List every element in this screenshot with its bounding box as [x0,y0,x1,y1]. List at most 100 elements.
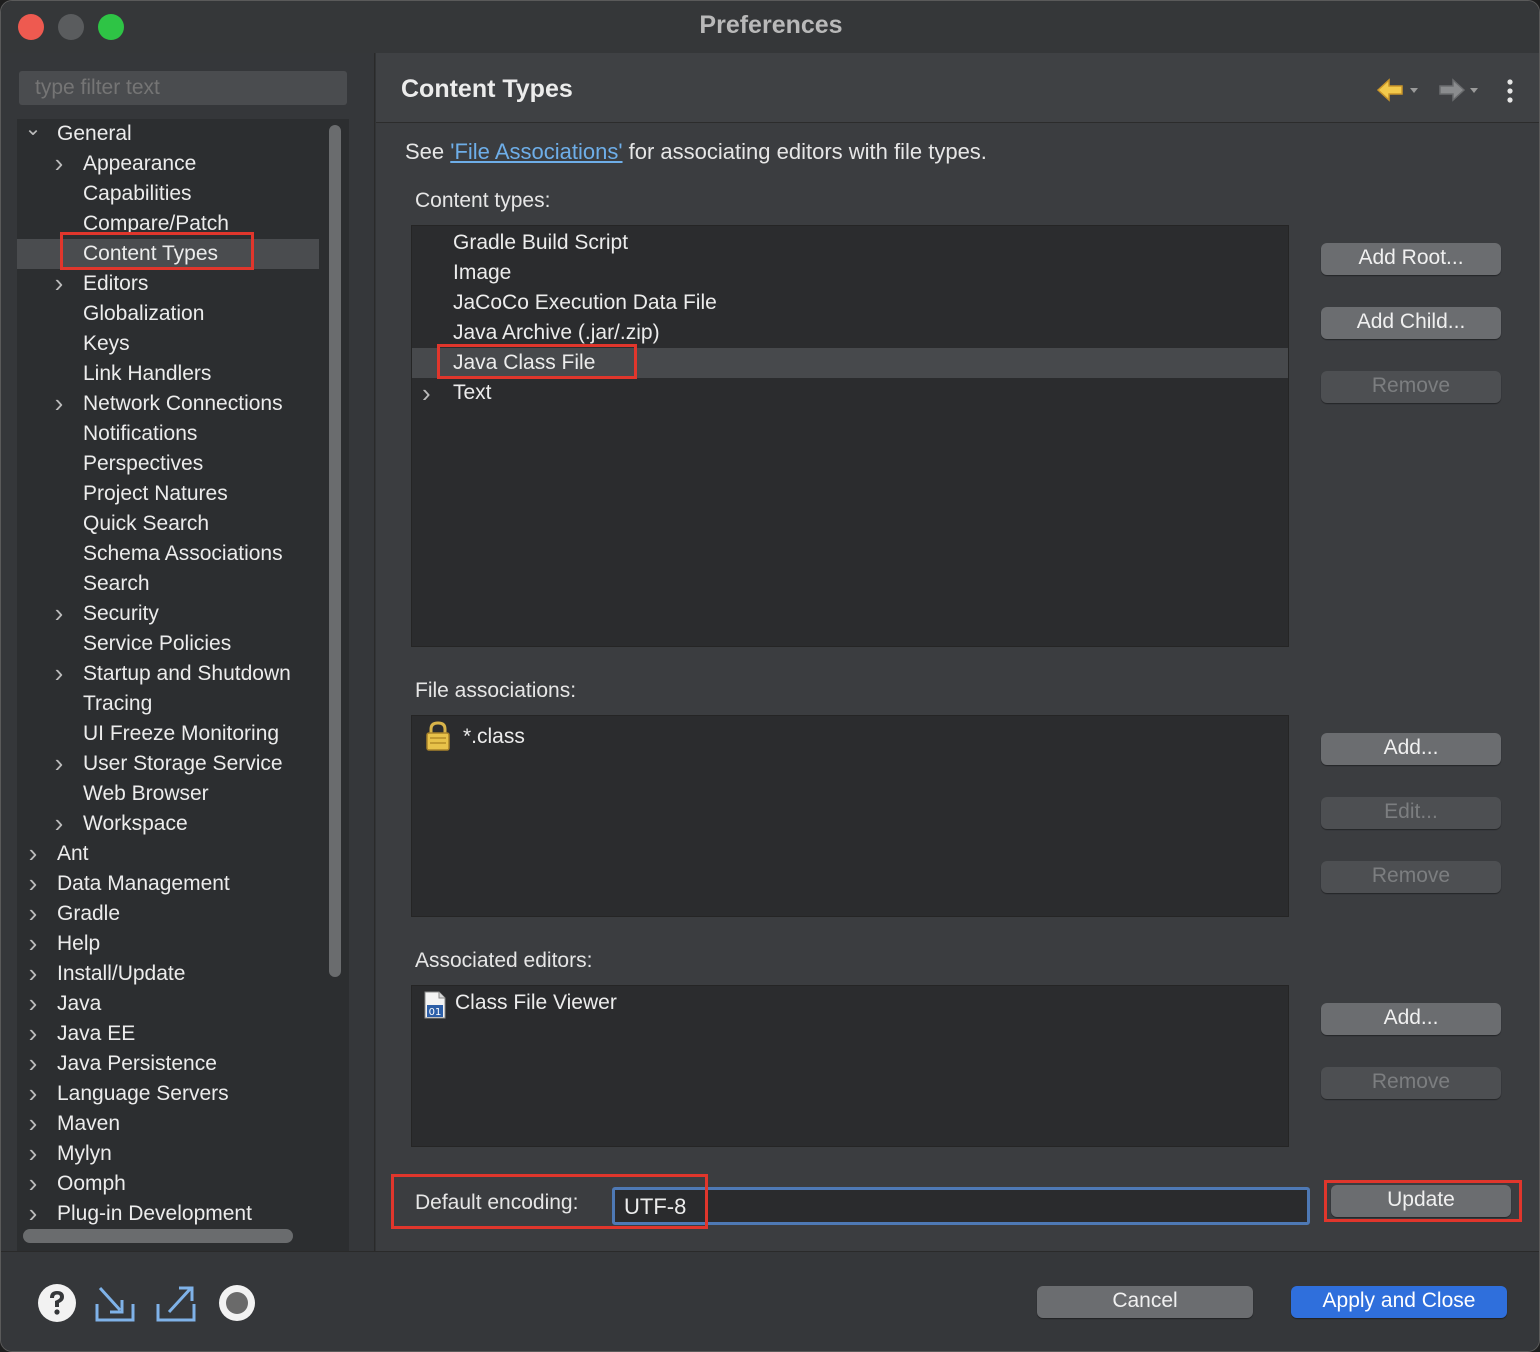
file-associations-link[interactable]: 'File Associations' [450,139,622,164]
preferences-nav-pane: › Plug-in Development › Oomph › Mylyn › Maven › L… [1,53,375,1251]
tree-item[interactable]: › Mylyn [17,1139,319,1169]
tree-item-label: Java Persistence [57,1052,217,1075]
add-editor-button[interactable]: Add... [1321,1003,1501,1035]
page-title: Content Types [401,75,573,103]
tree-item[interactable]: › Java EE [17,1019,319,1049]
tree-item[interactable]: Keys [17,329,319,359]
remove-editor-button[interactable]: Remove [1321,1067,1501,1099]
tree-vertical-scrollbar[interactable] [329,125,341,977]
tree-item[interactable]: › Install/Update [17,959,319,989]
tree-item[interactable]: Content Types [17,239,319,269]
chevron-right-icon[interactable]: › [49,149,69,179]
filter-input[interactable] [19,71,347,105]
tree-item[interactable]: › Editors [17,269,319,299]
chevron-right-icon[interactable]: › [23,929,43,959]
content-type-item[interactable]: JaCoCo Execution Data File [412,288,1288,318]
chevron-right-icon[interactable]: › [23,1079,43,1109]
help-button[interactable] [36,1282,78,1324]
tree-item[interactable]: Web Browser [17,779,319,809]
tree-item[interactable]: › Language Servers [17,1079,319,1109]
remove-file-association-button[interactable]: Remove [1321,861,1501,893]
file-association-item[interactable]: *.class [412,721,1288,752]
content-type-item[interactable]: › Text [412,378,1288,408]
view-menu-button[interactable] [1502,75,1518,105]
chevron-right-icon[interactable]: › [23,869,43,899]
chevron-right-icon[interactable]: › [23,959,43,989]
tree-item[interactable]: Search [17,569,319,599]
add-child-button[interactable]: Add Child... [1321,307,1501,339]
chevron-right-icon[interactable]: › [23,899,43,929]
chevron-right-icon[interactable]: › [49,809,69,839]
tree-item[interactable]: › Network Connections [17,389,319,419]
content-type-item[interactable]: Java Archive (.jar/.zip) [412,318,1288,348]
chevron-right-icon[interactable]: › [422,378,431,408]
tree-item[interactable]: › Oomph [17,1169,319,1199]
add-root-button[interactable]: Add Root... [1321,243,1501,275]
chevron-right-icon[interactable]: › [23,1049,43,1079]
tree-item[interactable]: › Workspace [17,809,319,839]
chevron-right-icon[interactable]: › [23,1109,43,1139]
lock-icon [426,721,450,751]
tree-item[interactable]: › Appearance [17,149,319,179]
tree-item-label: Startup and Shutdown [83,662,291,685]
content-type-item[interactable]: Java Class File [412,348,1288,378]
tree-item[interactable]: › User Storage Service [17,749,319,779]
chevron-down-icon[interactable]: ⌄ [23,119,43,149]
chevron-right-icon[interactable]: › [49,749,69,779]
chevron-right-icon[interactable]: › [49,389,69,419]
content-type-item[interactable]: Image [412,258,1288,288]
tree-item[interactable]: › Java Persistence [17,1049,319,1079]
tree-item[interactable]: Link Handlers [17,359,319,389]
tree-item[interactable]: UI Freeze Monitoring [17,719,319,749]
chevron-right-icon[interactable]: › [23,989,43,1019]
record-button[interactable] [216,1282,258,1324]
tree-item[interactable]: Notifications [17,419,319,449]
chevron-right-icon[interactable]: › [49,659,69,689]
export-button[interactable] [155,1282,197,1324]
tree-item[interactable]: Tracing [17,689,319,719]
tree-item[interactable]: Compare/Patch [17,209,319,239]
tree-item-label: Web Browser [83,782,209,805]
tree-item[interactable]: › Help [17,929,319,959]
chevron-right-icon[interactable]: › [23,1199,43,1229]
tree-item[interactable]: › Maven [17,1109,319,1139]
chevron-right-icon[interactable]: › [23,1019,43,1049]
apply-and-close-button[interactable]: Apply and Close [1291,1286,1507,1318]
add-file-association-button[interactable]: Add... [1321,733,1501,765]
tree-item[interactable]: Service Policies [17,629,319,659]
back-button[interactable] [1376,75,1422,105]
window-title: Preferences [699,11,843,39]
associated-editor-item[interactable]: 01 Class File Viewer [412,988,1288,1019]
chevron-right-icon[interactable]: › [23,1169,43,1199]
content-type-item[interactable]: Gradle Build Script [412,228,1288,258]
content-type-label: Java Class File [453,351,596,374]
page-header: Content Types [376,53,1539,123]
forward-button[interactable] [1436,75,1482,105]
update-encoding-button[interactable]: Update [1331,1185,1511,1217]
tree-item[interactable]: › Gradle [17,899,319,929]
tree-item[interactable]: › Java [17,989,319,1019]
tree-item[interactable]: ⌄ General [17,119,319,149]
default-encoding-input[interactable]: UTF-8 [612,1187,1310,1225]
cancel-button[interactable]: Cancel [1037,1286,1253,1318]
tree-item[interactable]: › Data Management [17,869,319,899]
remove-content-type-button[interactable]: Remove [1321,371,1501,403]
tree-item-label: Network Connections [83,392,283,415]
edit-file-association-button[interactable]: Edit... [1321,797,1501,829]
chevron-right-icon[interactable]: › [23,839,43,869]
chevron-right-icon[interactable]: › [23,1139,43,1169]
chevron-right-icon[interactable]: › [49,599,69,629]
tree-item[interactable]: Project Natures [17,479,319,509]
tree-item[interactable]: › Security [17,599,319,629]
tree-item[interactable]: Perspectives [17,449,319,479]
tree-item[interactable]: Globalization [17,299,319,329]
tree-item[interactable]: › Ant [17,839,319,869]
import-button[interactable] [94,1282,136,1324]
chevron-right-icon[interactable]: › [49,269,69,299]
tree-item[interactable]: Schema Associations [17,539,319,569]
tree-item[interactable]: › Plug-in Development [17,1199,319,1229]
tree-item[interactable]: Capabilities [17,179,319,209]
tree-item[interactable]: Quick Search [17,509,319,539]
tree-item[interactable]: › Startup and Shutdown [17,659,319,689]
tree-horizontal-scrollbar[interactable] [23,1229,293,1243]
